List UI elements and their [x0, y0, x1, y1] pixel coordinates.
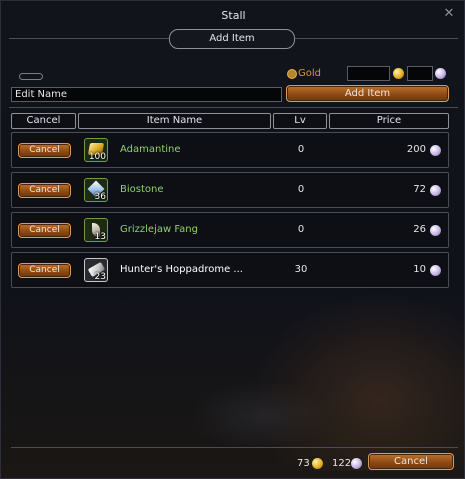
item-price: 26 — [413, 224, 426, 235]
item-name: Hunter's Hoppadrome ... — [120, 264, 243, 275]
gold-amount-field[interactable] — [347, 66, 390, 81]
gold-radio-button[interactable] — [287, 69, 297, 79]
pearl-amount-field[interactable] — [407, 66, 433, 81]
cancel-item-button[interactable]: Cancel — [18, 143, 71, 158]
cancel-button[interactable]: Cancel — [368, 453, 454, 470]
gold-ore-icon[interactable]: 100 — [84, 138, 108, 162]
item-level: 30 — [294, 264, 308, 275]
item-name: Biostone — [120, 184, 164, 195]
item-name: Grizzlejaw Fang — [120, 224, 198, 235]
item-level: 0 — [297, 144, 305, 155]
toggle-pill-icon[interactable] — [19, 73, 43, 80]
close-icon[interactable]: ✕ — [442, 7, 456, 21]
pearl-icon — [430, 265, 441, 276]
item-level: 0 — [297, 184, 305, 195]
fang-icon[interactable]: 13 — [84, 218, 108, 242]
stall-window: Stall ✕ Add Item Gold Edit Name Add Item… — [0, 0, 465, 479]
divider-mid — [9, 107, 458, 108]
item-level: 0 — [297, 224, 305, 235]
window-title: Stall — [221, 9, 246, 22]
gold-coin-icon — [312, 458, 323, 469]
column-header-price: Price — [329, 113, 449, 129]
table-row: Cancel 23 Hunter's Hoppadrome ... 30 10 — [11, 252, 449, 288]
crystal-icon[interactable]: 36 — [84, 178, 108, 202]
footer-gold-value: 73 — [297, 458, 310, 469]
stall-name-input[interactable]: Edit Name — [11, 87, 282, 102]
gold-label: Gold — [298, 68, 321, 79]
table-row: Cancel 100 Adamantine 0 200 — [11, 132, 449, 168]
cancel-item-button[interactable]: Cancel — [18, 183, 71, 198]
item-price: 72 — [413, 184, 426, 195]
item-name: Adamantine — [120, 144, 181, 155]
footer-pearl-value: 122 — [332, 458, 352, 469]
cancel-item-button[interactable]: Cancel — [18, 263, 71, 278]
cancel-item-button[interactable]: Cancel — [18, 223, 71, 238]
pearl-icon — [430, 185, 441, 196]
column-header-lv: Lv — [273, 113, 327, 129]
add-item-button[interactable]: Add Item — [286, 85, 449, 102]
gold-coin-icon — [393, 68, 404, 79]
column-header-item-name: Item Name — [78, 113, 271, 129]
pearl-icon — [430, 225, 441, 236]
pearl-icon — [351, 458, 362, 469]
background-scene-figure — [191, 381, 331, 451]
scroll-icon[interactable]: 23 — [84, 258, 108, 282]
pearl-icon — [430, 145, 441, 156]
table-row: Cancel 36 Biostone 0 72 — [11, 172, 449, 208]
column-header-cancel: Cancel — [11, 113, 76, 129]
tab-add-item[interactable]: Add Item — [169, 29, 295, 49]
pearl-icon — [435, 68, 446, 79]
item-price: 200 — [406, 144, 426, 155]
table-row: Cancel 13 Grizzlejaw Fang 0 26 — [11, 212, 449, 248]
item-price: 10 — [413, 264, 426, 275]
divider-bottom — [11, 447, 458, 448]
